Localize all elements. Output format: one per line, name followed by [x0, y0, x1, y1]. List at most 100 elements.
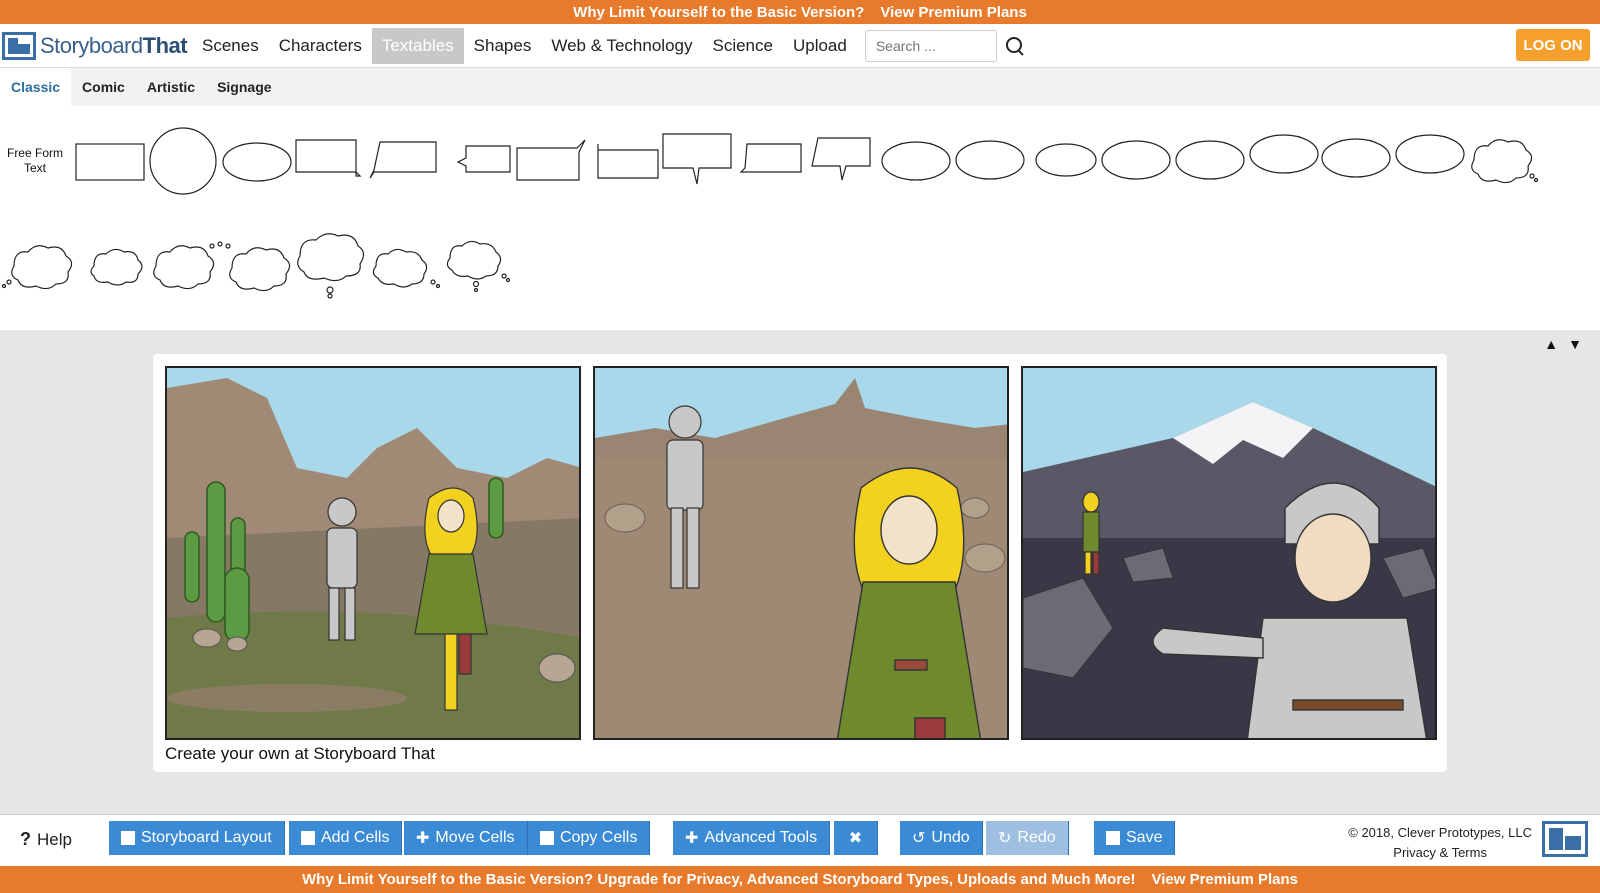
storyboard-layout-label: Storyboard Layout	[141, 829, 272, 846]
save-button[interactable]: Save	[1094, 821, 1176, 855]
bubble-cloud-8[interactable]	[446, 240, 502, 280]
copyright-text: © 2018, Clever Prototypes, LLC	[1348, 825, 1532, 840]
help-icon: ?	[20, 829, 31, 849]
bubble-oval-tail-3[interactable]	[1035, 143, 1097, 177]
cell-1-scene	[167, 368, 579, 738]
bubble-cloud-7[interactable]	[372, 248, 428, 288]
tab-artistic[interactable]: Artistic	[136, 68, 206, 106]
advanced-tools-button[interactable]: ✚ Advanced Tools	[673, 821, 831, 855]
bubble-rect-tail-4[interactable]	[516, 139, 586, 181]
bubble-oval-tail-6[interactable]	[1249, 134, 1319, 174]
speech-bubble-shapes	[1, 127, 1539, 299]
bubble-oval-tail-8[interactable]	[1395, 134, 1465, 174]
bubble-rect-tail-2[interactable]	[369, 141, 437, 179]
top-premium-link[interactable]: View Premium Plans	[880, 4, 1026, 21]
tab-signage[interactable]: Signage	[206, 68, 282, 106]
bubble-cloud-3[interactable]	[90, 248, 143, 286]
storyboard-cell-3[interactable]	[1021, 366, 1437, 740]
advanced-tools-label: Advanced Tools	[704, 829, 818, 846]
save-icon	[1106, 831, 1120, 845]
bubble-circle[interactable]	[149, 127, 217, 195]
copy-cells-label: Copy Cells	[560, 829, 638, 846]
top-banner-text: Why Limit Yourself to the Basic Version?	[573, 3, 865, 21]
nav-web-technology[interactable]: Web & Technology	[541, 28, 702, 64]
top-premium-banner: Why Limit Yourself to the Basic Version?…	[0, 0, 1600, 24]
bubble-rect-tail-1[interactable]	[295, 139, 362, 177]
bubble-rect-tail-8[interactable]	[811, 137, 871, 181]
fullscreen-button[interactable]: ✖	[834, 821, 878, 855]
bubble-oval-tail-4[interactable]	[1101, 140, 1171, 180]
bubble-cloud-4[interactable]	[153, 245, 215, 290]
bubble-oval-tail-2[interactable]	[955, 140, 1025, 180]
move-icon: ✚	[416, 830, 430, 847]
storyboardthat-logo-icon	[1542, 821, 1588, 857]
login-button[interactable]: LOG ON	[1516, 29, 1590, 61]
storyboard-cell-2[interactable]	[593, 366, 1009, 740]
nav-scenes[interactable]: Scenes	[192, 28, 269, 64]
bubble-oval-tail-5[interactable]	[1175, 140, 1245, 180]
add-cells-icon	[301, 831, 315, 845]
storyboard-workspace: ▲ ▼ Create your own at Storyboard That	[0, 330, 1600, 814]
copy-cells-button[interactable]: Copy Cells	[528, 821, 651, 855]
main-navbar: StoryboardThat Scenes Characters Textabl…	[0, 24, 1600, 68]
help-label: Help	[37, 830, 72, 849]
save-label: Save	[1126, 829, 1163, 846]
bubble-rect-tail-3[interactable]	[456, 145, 511, 173]
logo-text-story: Storyboard	[40, 32, 143, 58]
search-icon[interactable]	[1005, 36, 1025, 56]
move-cells-button[interactable]: ✚ Move Cells	[404, 821, 528, 855]
bubble-rect-tail-6[interactable]	[662, 133, 732, 185]
storyboard-cell-1[interactable]	[165, 366, 581, 740]
logo-text-that: That	[142, 32, 188, 58]
fullscreen-icon: ✖	[848, 830, 863, 847]
bubble-cloud-6[interactable]	[297, 233, 365, 282]
cell-3-scene	[1023, 368, 1435, 738]
move-cells-label: Move Cells	[435, 829, 515, 846]
bubble-cloud-5[interactable]	[229, 247, 291, 292]
undo-icon: ↺	[912, 830, 926, 847]
add-cells-button[interactable]: Add Cells	[289, 821, 403, 855]
collapse-up-icon[interactable]: ▲	[1544, 336, 1558, 352]
plus-icon: ✚	[685, 830, 699, 847]
add-cells-label: Add Cells	[321, 829, 390, 846]
redo-button[interactable]: ↻ Redo	[986, 821, 1069, 855]
bubble-cloud-1[interactable]	[1471, 139, 1533, 184]
bottom-banner-text: Why Limit Yourself to the Basic Version?…	[302, 871, 1136, 888]
search-input[interactable]	[864, 29, 997, 62]
bubble-oval-tail-1[interactable]	[881, 141, 951, 181]
bubble-ellipse[interactable]	[222, 142, 292, 182]
help-button[interactable]: ? Help	[20, 829, 72, 850]
logo-icon	[2, 31, 36, 60]
undo-button[interactable]: ↺ Undo	[900, 821, 983, 855]
bubble-rect-tail-5[interactable]	[597, 144, 659, 179]
bubble-rect-tail-7[interactable]	[739, 143, 802, 173]
tab-comic[interactable]: Comic	[71, 68, 136, 106]
bubble-rectangle[interactable]	[75, 143, 145, 181]
textable-category-tabs: Classic Comic Artistic Signage	[0, 68, 1600, 106]
redo-label: Redo	[1017, 829, 1056, 846]
cell-2-scene	[595, 368, 1007, 738]
privacy-terms-link[interactable]: Privacy & Terms	[1348, 843, 1532, 863]
nav-characters[interactable]: Characters	[269, 28, 372, 64]
nav-science[interactable]: Science	[702, 28, 782, 64]
undo-label: Undo	[931, 829, 970, 846]
expand-down-icon[interactable]: ▼	[1568, 336, 1582, 352]
bubble-oval-tail-7[interactable]	[1321, 138, 1391, 178]
redo-icon: ↻	[998, 830, 1012, 847]
nav-upload[interactable]: Upload	[783, 28, 857, 64]
storyboard-layout-button[interactable]: Storyboard Layout	[109, 821, 285, 855]
nav-shapes[interactable]: Shapes	[464, 28, 542, 64]
storyboard: Create your own at Storyboard That	[153, 354, 1447, 772]
textables-palette: Free Form Text	[0, 106, 1600, 330]
nav-textables[interactable]: Textables	[371, 27, 464, 64]
layout-icon	[121, 831, 135, 845]
bottom-toolbar: ? Help Storyboard Layout Add Cells ✚ Move…	[0, 814, 1600, 866]
storyboardthat-logo[interactable]: StoryboardThat	[2, 31, 192, 60]
palette-toggle-arrows: ▲ ▼	[1544, 336, 1582, 352]
bubble-cloud-2[interactable]	[11, 245, 73, 290]
tab-classic[interactable]: Classic	[0, 68, 72, 106]
bottom-premium-link[interactable]: View Premium Plans	[1152, 871, 1298, 888]
bottom-premium-banner: Why Limit Yourself to the Basic Version?…	[0, 866, 1600, 893]
storyboard-caption: Create your own at Storyboard That	[165, 744, 435, 763]
footer-legal: © 2018, Clever Prototypes, LLC Privacy &…	[1348, 823, 1532, 863]
